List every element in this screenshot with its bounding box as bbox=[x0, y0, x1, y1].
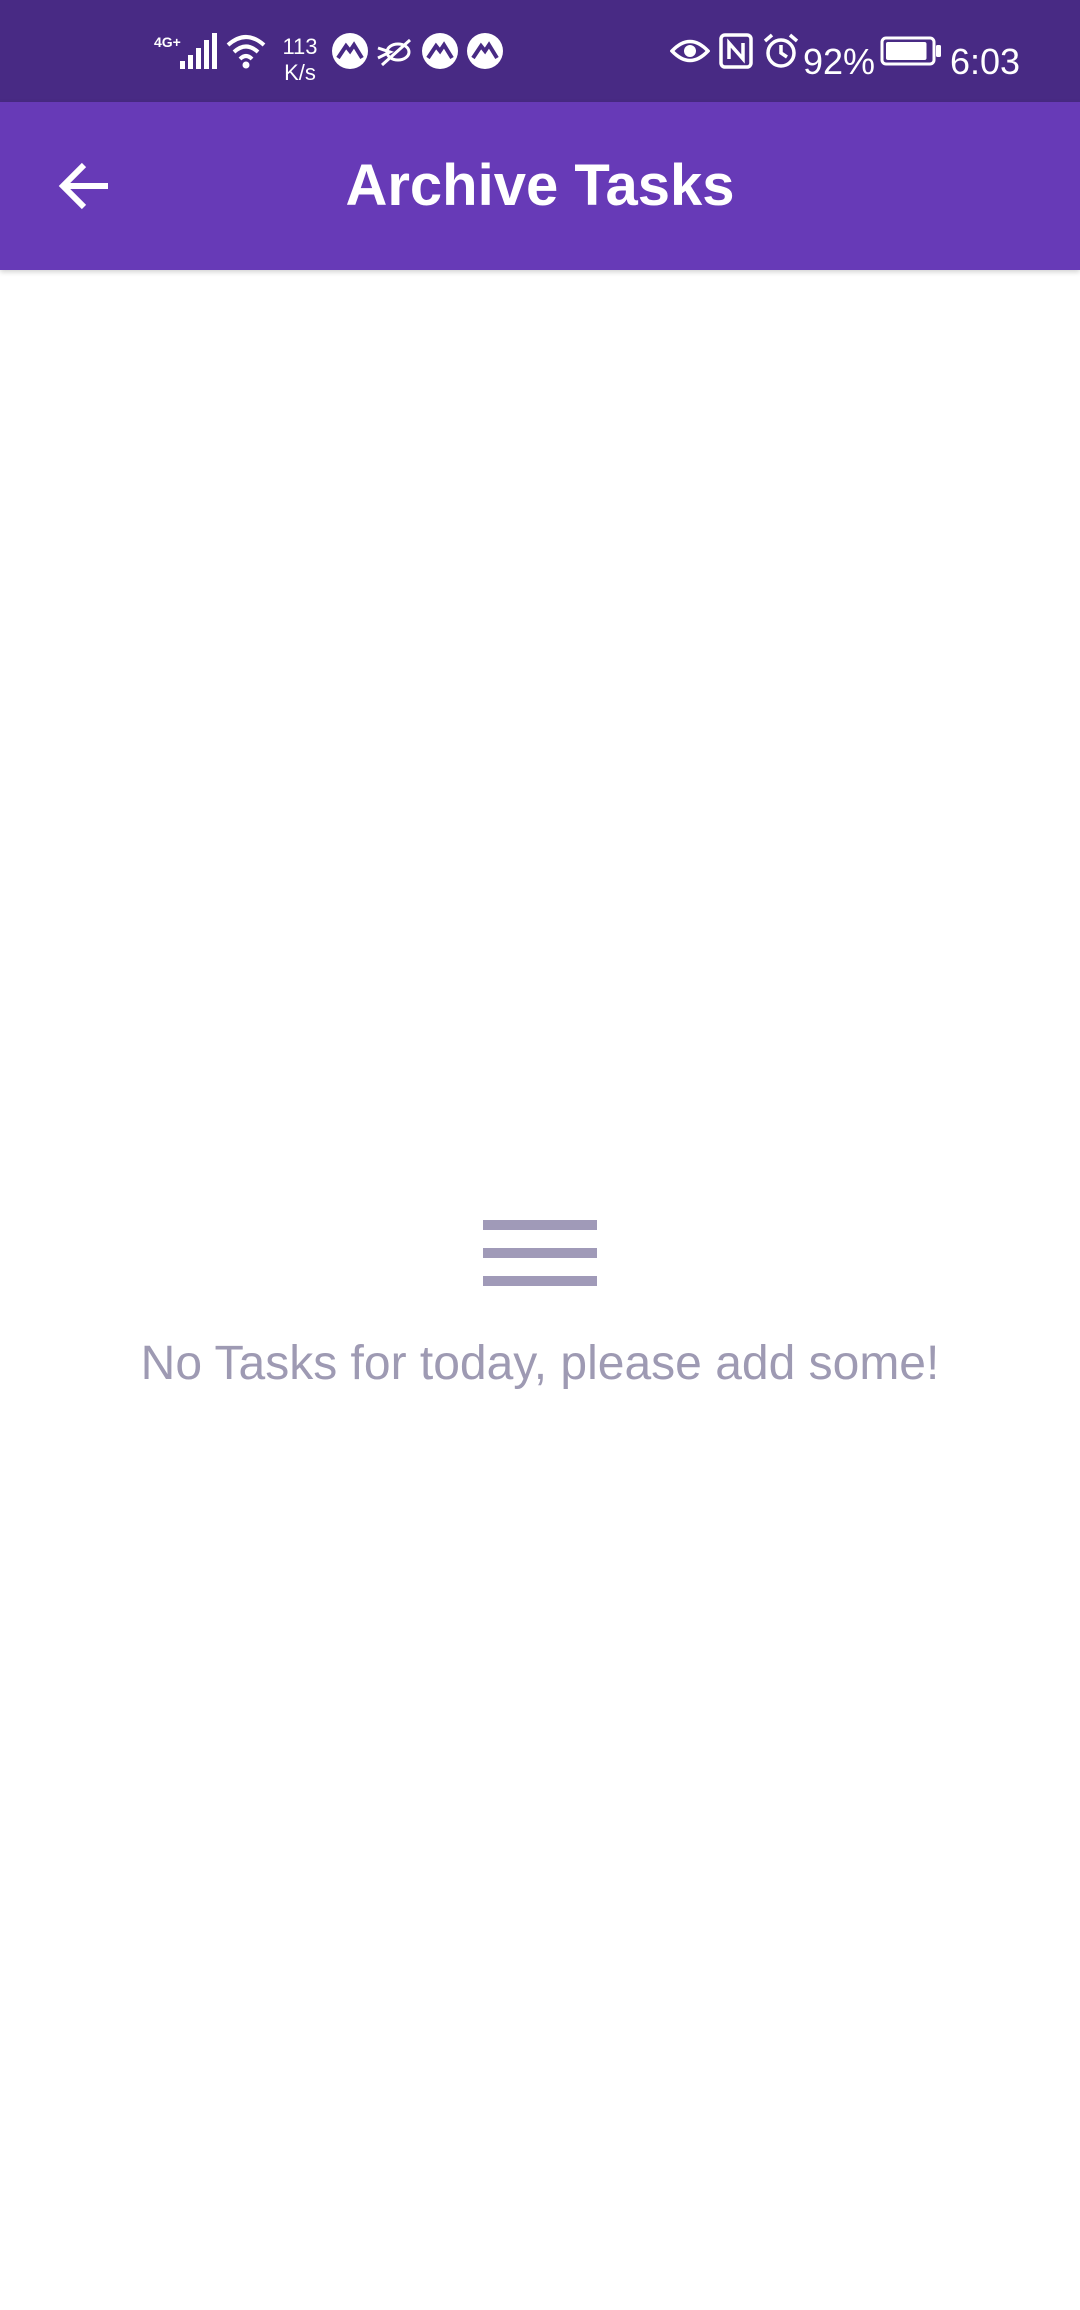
arrow-left-icon bbox=[58, 162, 108, 210]
back-button[interactable] bbox=[40, 141, 130, 231]
wifi-icon bbox=[224, 0, 268, 102]
app-bar: Archive Tasks bbox=[0, 102, 1080, 270]
app-notification-icon bbox=[421, 0, 459, 102]
nfc-icon bbox=[719, 0, 753, 102]
network-type-label: 4G+ bbox=[154, 34, 181, 50]
page-title: Archive Tasks bbox=[345, 153, 735, 218]
empty-state: No Tasks for today, please add some! bbox=[0, 1215, 1080, 1393]
battery-percent: 92% bbox=[803, 41, 876, 82]
alarm-icon bbox=[762, 0, 800, 102]
eye-icon bbox=[670, 0, 710, 102]
app-notification-icon bbox=[466, 0, 504, 102]
battery-icon bbox=[880, 0, 942, 102]
network-speed-unit: K/s bbox=[284, 60, 316, 85]
menu-lines-icon bbox=[483, 1220, 597, 1286]
battery-fill bbox=[886, 42, 927, 60]
clock: 6:03 bbox=[950, 41, 1021, 82]
status-bar: 4G+ 113 K/s 92% 6:03 bbox=[0, 0, 1080, 102]
bird-icon bbox=[376, 0, 414, 102]
network-speed: 113 K/s bbox=[276, 34, 324, 86]
empty-state-message: No Tasks for today, please add some! bbox=[140, 1337, 940, 1390]
network-speed-value: 113 bbox=[282, 34, 318, 59]
signal-icon: 4G+ bbox=[154, 0, 218, 102]
app-notification-icon bbox=[331, 0, 369, 102]
